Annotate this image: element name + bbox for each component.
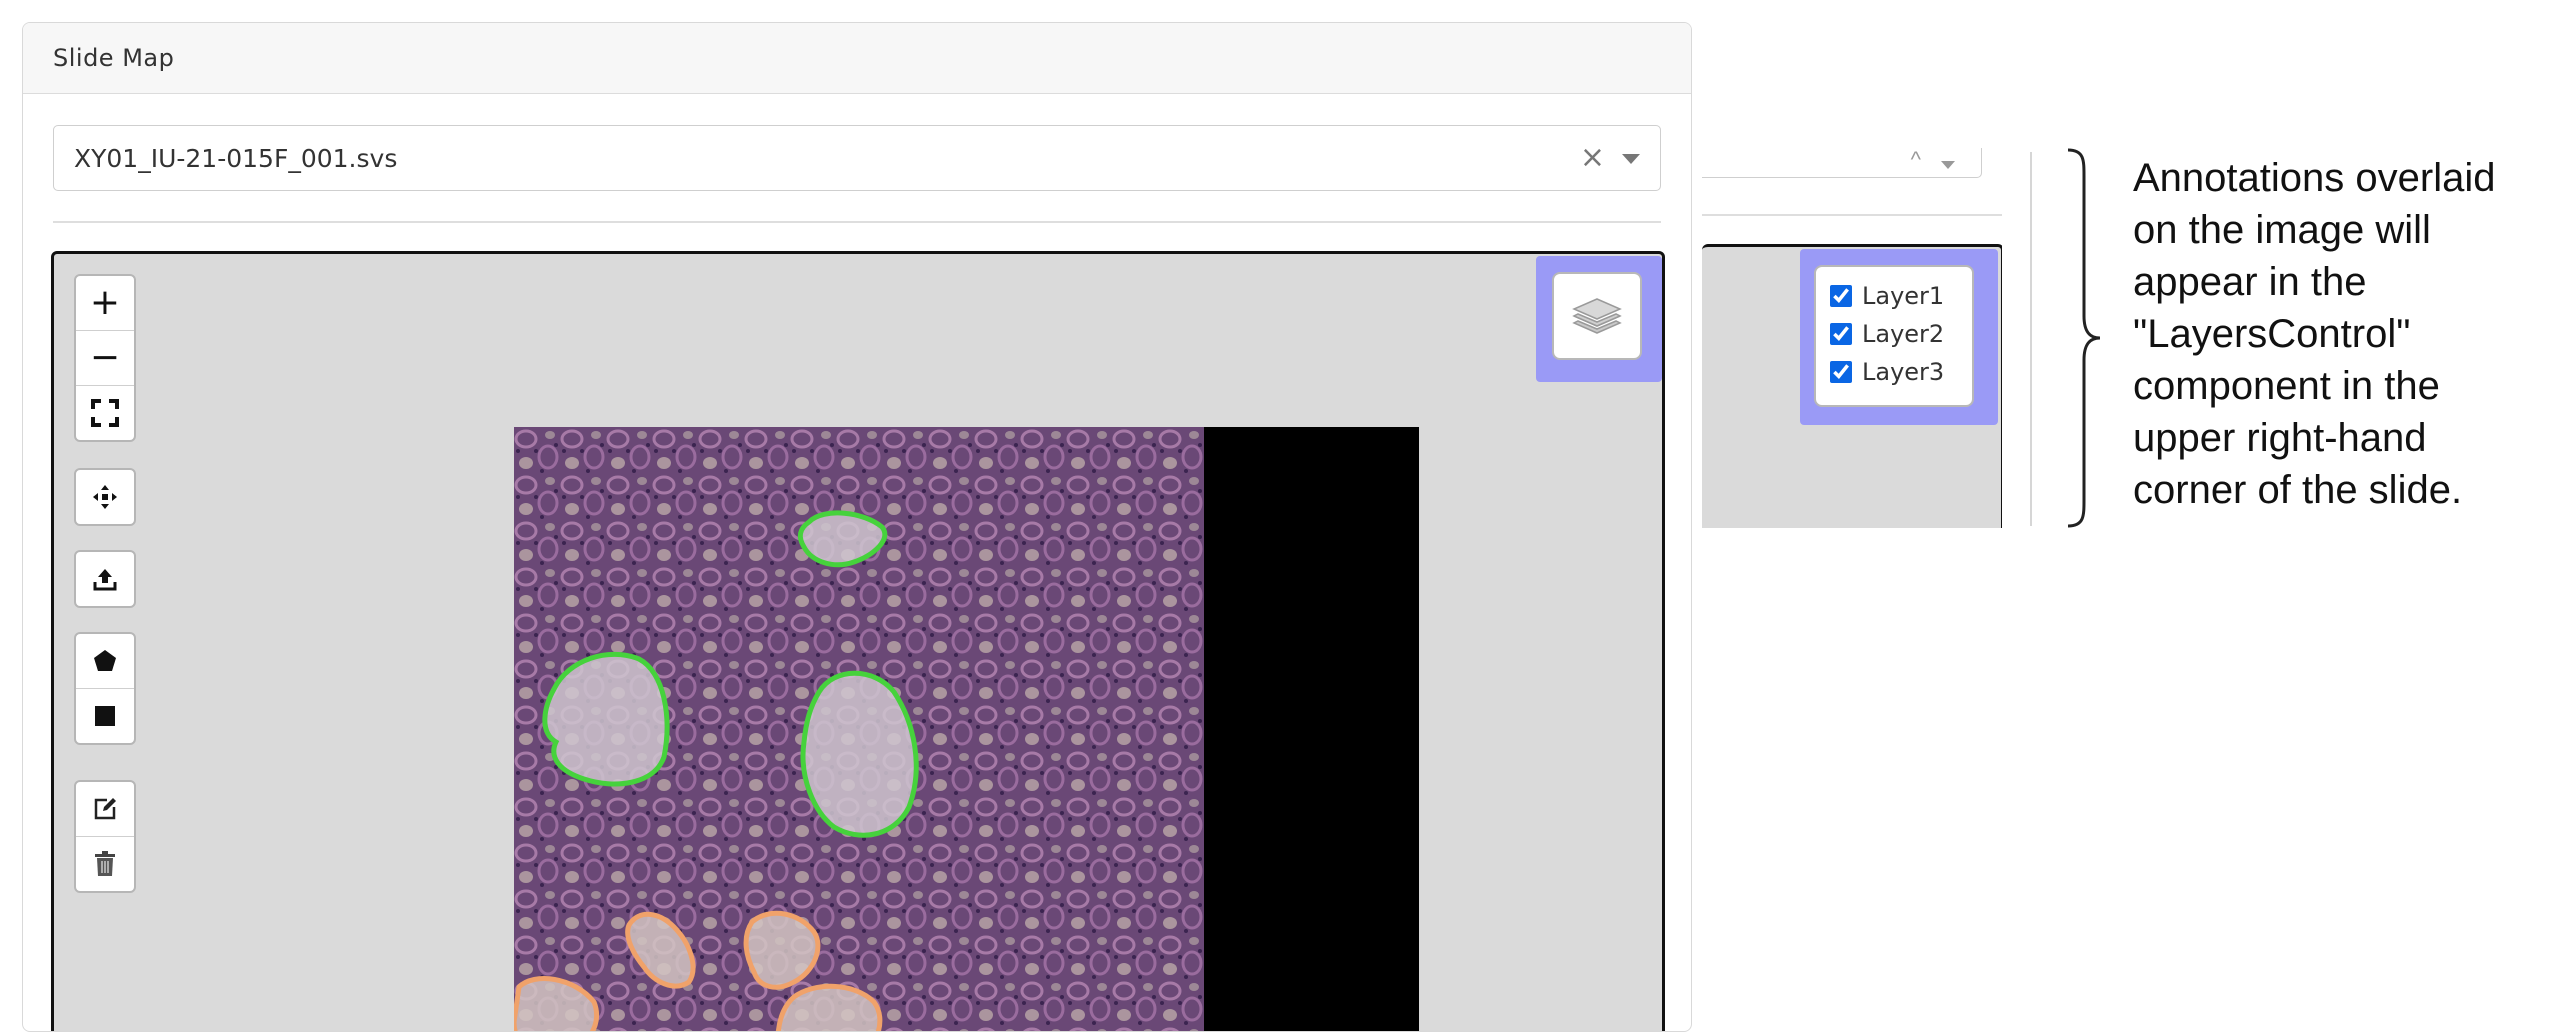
zoom-control: + − xyxy=(74,274,136,442)
inset-divider xyxy=(1702,214,2002,216)
layers-list-highlight: Layer1 Layer2 Layer3 xyxy=(1800,249,1998,425)
layers-control-inset: ^ Layer1 Layer2 Layer3 xyxy=(1702,148,2002,528)
move-control xyxy=(74,468,136,526)
delete-layers-button[interactable] xyxy=(76,837,134,891)
slide-image[interactable] xyxy=(514,427,1419,1032)
trash-icon xyxy=(95,851,115,876)
fullscreen-button[interactable] xyxy=(76,386,134,440)
layers-control-list: Layer1 Layer2 Layer3 xyxy=(1814,265,1974,407)
layer1-checkbox[interactable] xyxy=(1830,285,1852,307)
layers-control-button[interactable] xyxy=(1552,272,1642,360)
polygon-icon xyxy=(94,650,116,671)
annotation-note: Annotations overlaid on the image will a… xyxy=(2133,156,2496,512)
layer3-checkbox[interactable] xyxy=(1830,361,1852,383)
edit-icon xyxy=(94,798,116,820)
annotation-green-2[interactable] xyxy=(542,651,670,787)
upload-button[interactable] xyxy=(76,552,134,606)
upload-icon xyxy=(93,569,117,591)
edit-layers-button[interactable] xyxy=(76,782,134,837)
layers-control-highlight xyxy=(1536,256,1662,382)
annotation-green-3[interactable] xyxy=(800,670,919,838)
chevron-down-icon xyxy=(1941,161,1955,169)
layer2-checkbox[interactable] xyxy=(1830,323,1852,345)
layer-label: Layer2 xyxy=(1862,320,1945,348)
divider xyxy=(53,221,1661,223)
curly-brace xyxy=(2067,148,2101,528)
inset-map-viewport: Layer1 Layer2 Layer3 xyxy=(1702,244,2002,528)
move-icon xyxy=(93,485,117,509)
slide-map-card: Slide Map XY01_IU-21-015F_001.svs × + − xyxy=(22,22,1692,1032)
zoom-out-button[interactable]: − xyxy=(76,331,134,386)
slide-map-viewport[interactable]: + − xyxy=(51,251,1665,1032)
clear-selection-icon[interactable]: × xyxy=(1580,140,1605,175)
layer-item-2[interactable]: Layer2 xyxy=(1816,315,1972,353)
layer-item-1[interactable]: Layer1 xyxy=(1816,277,1972,315)
layer-label: Layer1 xyxy=(1862,282,1945,310)
separator-line xyxy=(2030,152,2032,526)
chevron-up-icon: ^ xyxy=(1910,148,1921,172)
inset-file-select: ^ xyxy=(1702,148,1982,178)
move-button[interactable] xyxy=(76,470,134,524)
upload-control xyxy=(74,550,136,608)
zoom-in-button[interactable]: + xyxy=(76,276,134,331)
draw-polygon-button[interactable] xyxy=(76,634,134,689)
edit-control xyxy=(74,780,136,893)
selected-file-value: XY01_IU-21-015F_001.svs xyxy=(74,143,398,173)
chevron-down-icon[interactable] xyxy=(1622,154,1640,164)
draw-control xyxy=(74,632,136,745)
slide-file-select[interactable]: XY01_IU-21-015F_001.svs × xyxy=(53,125,1661,191)
fullscreen-icon xyxy=(91,399,119,427)
draw-rectangle-button[interactable] xyxy=(76,689,134,743)
card-title: Slide Map xyxy=(23,23,1691,94)
slide-background xyxy=(1204,427,1419,1031)
layer-label: Layer3 xyxy=(1862,358,1945,386)
layer-item-3[interactable]: Layer3 xyxy=(1816,353,1972,391)
layers-icon xyxy=(1572,298,1622,334)
rectangle-icon xyxy=(95,706,115,726)
